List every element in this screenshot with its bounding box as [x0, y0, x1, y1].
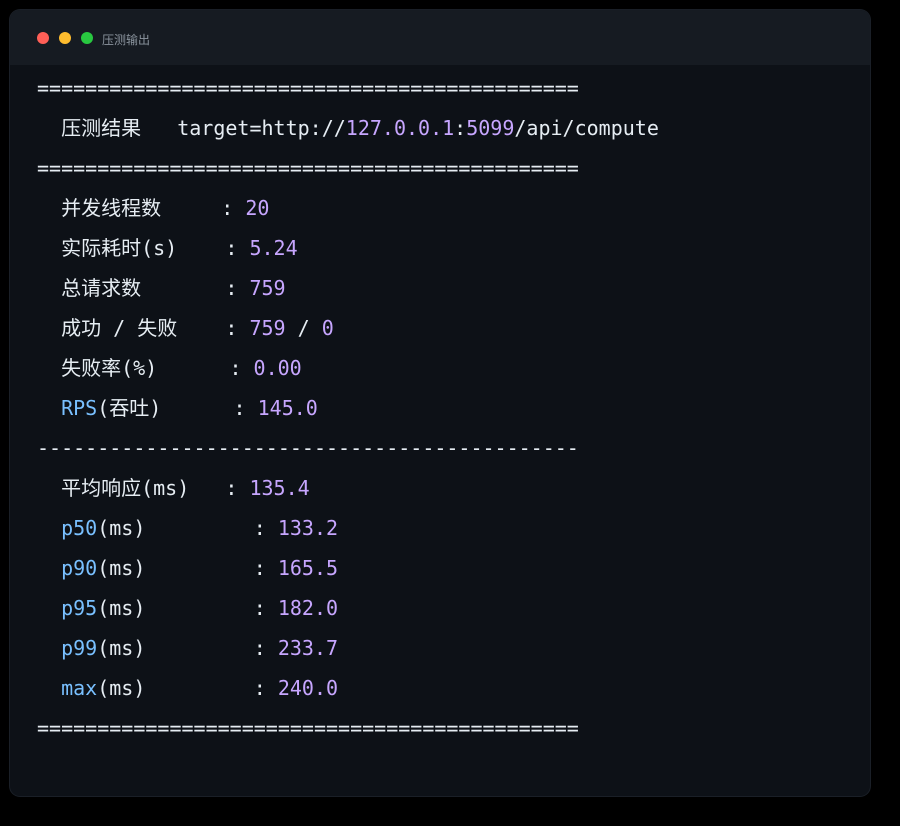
summary-label: (吞吐) : [97, 396, 258, 420]
close-window-icon[interactable] [37, 32, 49, 44]
header-path: /api/compute [514, 116, 659, 140]
summary-label: 总请求数 : [37, 276, 250, 300]
summary-row-success-fail: 成功 / 失败 : 759 / 0 [37, 308, 870, 348]
rule-double-mid: ========================================… [37, 156, 579, 180]
latency-label: (ms) : [97, 636, 278, 660]
latency-label: 平均响应(ms) : [37, 476, 250, 500]
summary-row-concurrency: 并发线程数 : 20 [37, 188, 870, 228]
header-host: 127.0.0.1 [345, 116, 455, 140]
summary-row-fail-rate: 失败率(%) : 0.00 [37, 348, 870, 388]
summary-value: 759 [249, 316, 286, 340]
latency-row-p50: p50(ms) : 133.2 [37, 508, 870, 548]
minimize-window-icon[interactable] [59, 32, 71, 44]
summary-row-elapsed: 实际耗时(s) : 5.24 [37, 228, 870, 268]
summary-key: RPS [37, 396, 98, 420]
latency-label: (ms) : [97, 556, 278, 580]
latency-row-p95: p95(ms) : 182.0 [37, 588, 870, 628]
latency-value: 133.2 [277, 516, 339, 540]
summary-row-rps: RPS(吞吐) : 145.0 [37, 388, 870, 428]
result-header: 压测结果 target=http://127.0.0.1:5099/api/co… [37, 108, 870, 148]
terminal-window: 压测输出 ===================================… [10, 10, 870, 796]
rule-double-top: ========================================… [37, 76, 579, 100]
latency-value: 182.0 [277, 596, 339, 620]
latency-key: max [37, 676, 98, 700]
summary-value: 5.24 [249, 236, 298, 260]
summary-value: 759 [249, 276, 286, 300]
latency-row-p90: p90(ms) : 165.5 [37, 548, 870, 588]
header-port: 5099 [466, 116, 515, 140]
window-title: 压测输出 [102, 33, 151, 47]
summary-value-secondary: 0 [321, 316, 334, 340]
rule-single: ----------------------------------------… [37, 436, 579, 460]
maximize-window-icon[interactable] [81, 32, 93, 44]
latency-key: p95 [37, 596, 98, 620]
latency-key: p99 [37, 636, 98, 660]
latency-row-p99: p99(ms) : 233.7 [37, 628, 870, 668]
title-bar: 压测输出 [10, 10, 870, 65]
rule-double-bottom: ========================================… [37, 716, 579, 740]
latency-row-max: max(ms) : 240.0 [37, 668, 870, 708]
terminal-output: ========================================… [37, 68, 870, 748]
latency-key: p50 [37, 516, 98, 540]
summary-separator: / [285, 316, 322, 340]
latency-label: (ms) : [97, 596, 278, 620]
summary-row-total-requests: 总请求数 : 759 [37, 268, 870, 308]
summary-label: 成功 / 失败 : [37, 316, 250, 340]
latency-label: (ms) : [97, 516, 278, 540]
summary-label: 失败率(%) : [37, 356, 254, 380]
header-colon: : [454, 116, 467, 140]
header-label: 压测结果 target=http:// [37, 116, 346, 140]
latency-value: 240.0 [277, 676, 339, 700]
latency-value: 233.7 [277, 636, 339, 660]
summary-value: 0.00 [253, 356, 302, 380]
latency-label: (ms) : [97, 676, 278, 700]
summary-value: 20 [245, 196, 270, 220]
latency-key: p90 [37, 556, 98, 580]
latency-row-average: 平均响应(ms) : 135.4 [37, 468, 870, 508]
summary-label: 实际耗时(s) : [37, 236, 250, 260]
summary-label: 并发线程数 : [37, 196, 246, 220]
latency-value: 165.5 [277, 556, 339, 580]
summary-value: 145.0 [257, 396, 318, 420]
latency-value: 135.4 [249, 476, 310, 500]
